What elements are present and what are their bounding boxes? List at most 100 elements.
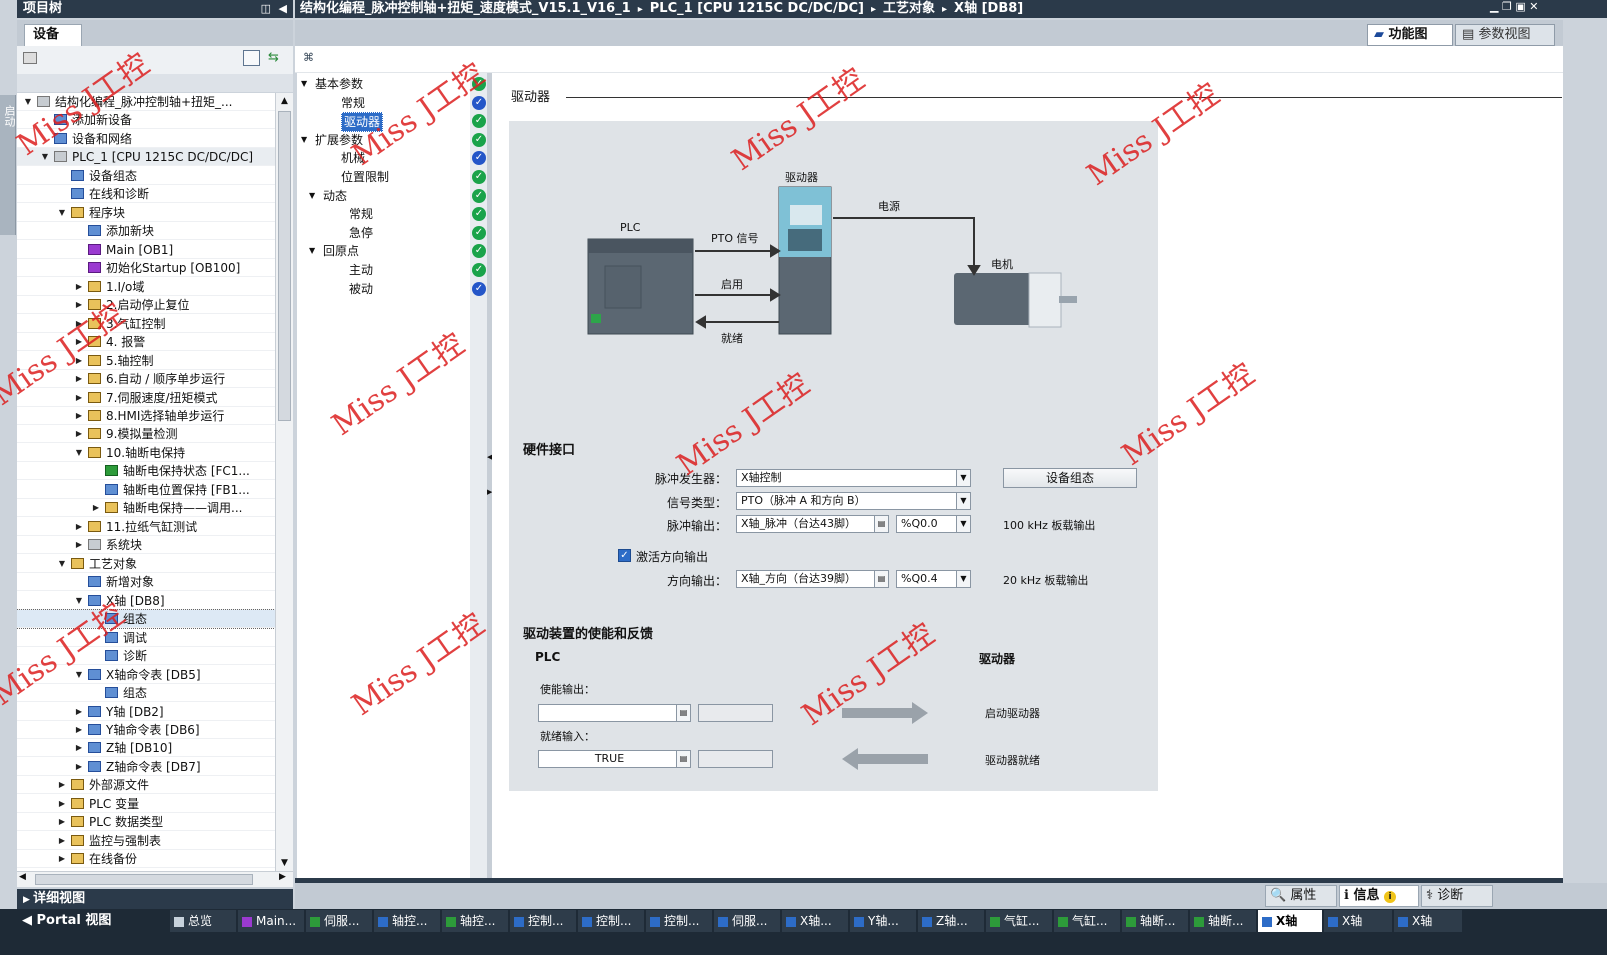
nav-item[interactable]: 驱动器 [297, 112, 470, 133]
expand-icon[interactable]: ▶ [74, 352, 84, 370]
hscroll-thumb[interactable] [35, 874, 253, 885]
expand-icon[interactable]: ▶ [74, 407, 84, 425]
taskbar-editor-tab[interactable]: 控制... [578, 910, 644, 932]
tree-item[interactable]: ▼ X轴 [DB8] [17, 592, 275, 610]
pulse-generator-select[interactable]: X轴控制 ▼ [736, 469, 971, 487]
nav-item[interactable]: 主动 [297, 261, 470, 280]
tag-browse-icon[interactable]: ▤ [874, 516, 888, 532]
enable-output-field[interactable]: ▤ [538, 704, 691, 722]
close-icon[interactable]: ✕ [1529, 0, 1538, 13]
expand-icon[interactable]: ▶ [57, 776, 67, 794]
tag-browse-icon[interactable]: ▤ [676, 705, 690, 721]
collapse-icon[interactable]: ▼ [301, 75, 307, 93]
dir-output-checkbox[interactable]: ✓ [618, 549, 631, 562]
expand-icon[interactable]: ▶ [57, 813, 67, 831]
tree-item[interactable]: Main [OB1] [17, 241, 275, 259]
taskbar-editor-tab[interactable]: X轴 [1394, 910, 1462, 932]
tag-browse-icon[interactable]: ▤ [874, 571, 888, 587]
tree-item[interactable]: 添加新设备 [17, 111, 275, 130]
expand-icon[interactable]: ▶ [74, 315, 84, 333]
tree-item[interactable]: ▶ Y轴命令表 [DB6] [17, 721, 275, 739]
tree-item[interactable]: 组态 [17, 684, 275, 703]
taskbar-editor-tab[interactable]: Y轴... [850, 910, 916, 932]
expand-icon[interactable]: ▶ [74, 296, 84, 314]
tree-item[interactable]: 设备组态 [17, 167, 275, 185]
nav-item[interactable]: 急停 [297, 224, 470, 243]
scroll-right-arrow[interactable]: ▶ [279, 872, 286, 882]
expand-icon[interactable]: ▶ [74, 518, 84, 536]
tree-item[interactable]: ▼ 程序块 [17, 204, 275, 222]
scroll-left-arrow[interactable]: ◀ [19, 872, 26, 882]
chevron-down-icon[interactable]: ▼ [956, 571, 970, 587]
tree-item[interactable]: ▼ PLC_1 [CPU 1215C DC/DC/DC] [17, 148, 275, 167]
portal-view-button[interactable]: ◀ Portal 视图 [22, 910, 167, 932]
collapse-icon[interactable]: ▼ [309, 187, 315, 205]
taskbar-editor-tab[interactable]: 气缸... [1054, 910, 1120, 932]
taskbar-editor-tab[interactable]: 总览 [170, 910, 236, 932]
signal-type-select[interactable]: PTO（脉冲 A 和方向 B） ▼ [736, 492, 971, 510]
side-tab-start[interactable]: 启动 [0, 95, 16, 235]
tab-devices[interactable]: 设备 [24, 24, 82, 46]
tree-item[interactable]: ▶ 2.启动停止复位 [17, 296, 275, 315]
tree-item[interactable]: 设备和网络 [17, 130, 275, 148]
details-view-bar[interactable]: ▶ 详细视图 [17, 889, 293, 909]
monitor-glasses-icon[interactable]: ⌘ [303, 51, 314, 64]
expand-icon[interactable]: ▶ [57, 850, 67, 868]
tree-item[interactable]: ▶ 4. 报警 [17, 333, 275, 352]
tree-item[interactable]: 组态 [17, 609, 275, 630]
tree-pin-icon[interactable]: ◫ [261, 0, 271, 18]
tab-diagnostics[interactable]: ⚕ 诊断 [1421, 885, 1493, 907]
scroll-down-arrow[interactable]: ▼ [276, 855, 293, 871]
expand-icon[interactable]: ▶ [74, 333, 84, 351]
taskbar-editor-tab[interactable]: Z轴... [918, 910, 984, 932]
pulse-output-address[interactable]: %Q0.0 ▼ [896, 515, 971, 533]
collapse-icon[interactable]: ▼ [40, 148, 50, 166]
tree-item[interactable]: ▶ 外部源文件 [17, 776, 275, 795]
expand-icon[interactable]: ▶ [74, 425, 84, 443]
tree-collapse-icon[interactable]: ◀ [279, 0, 287, 18]
tab-parameter-view[interactable]: ▤ 参数视图 [1455, 24, 1555, 46]
expand-icon[interactable]: ▶ [74, 703, 84, 721]
collapse-icon[interactable]: ▼ [301, 131, 307, 149]
taskbar-editor-tab[interactable]: 伺服... [714, 910, 780, 932]
breadcrumb-item[interactable]: X轴 [DB8] [954, 1, 1023, 16]
ready-input-field[interactable]: TRUE ▤ [538, 750, 691, 768]
taskbar-editor-tab[interactable]: 轴断... [1122, 910, 1188, 932]
breadcrumb-item[interactable]: 结构化编程_脉冲控制轴+扭矩_速度模式_V15.1_V16_1 [300, 1, 631, 16]
collapse-icon[interactable]: ▼ [57, 204, 67, 222]
nav-item[interactable]: ▼ 回原点 [297, 242, 470, 261]
tree-hscrollbar[interactable]: ◀ ▶ [17, 871, 293, 887]
expand-icon[interactable]: ▶ [74, 721, 84, 739]
minimize-icon[interactable]: ▁ [1490, 0, 1498, 13]
nav-item[interactable]: 常规 [297, 205, 470, 224]
tree-item[interactable]: ▶ Y轴 [DB2] [17, 703, 275, 721]
nav-item[interactable]: 位置限制 [297, 168, 470, 187]
tag-browse-icon[interactable]: ▤ [676, 751, 690, 767]
taskbar-editor-tab[interactable]: 伺服... [306, 910, 372, 932]
tree-item[interactable]: ▶ PLC 变量 [17, 795, 275, 813]
expand-icon[interactable]: ▶ [91, 499, 101, 517]
collapse-icon[interactable]: ▼ [309, 242, 315, 260]
collapse-icon[interactable]: ▼ [74, 666, 84, 684]
tree-item[interactable]: ▶ 9.模拟量检测 [17, 425, 275, 444]
tree-item[interactable]: ▼ 工艺对象 [17, 555, 275, 573]
tree-item[interactable]: ▶ 1.I/o域 [17, 278, 275, 296]
tree-item[interactable]: ▶ 监控与强制表 [17, 832, 275, 850]
collapse-icon[interactable]: ▼ [57, 555, 67, 573]
taskbar-editor-tab[interactable]: 控制... [646, 910, 712, 932]
refresh-icon[interactable]: ⇆ [265, 50, 282, 66]
taskbar-editor-tab[interactable]: 轴控... [374, 910, 440, 932]
tree-item[interactable]: ▶ PLC 数据类型 [17, 813, 275, 832]
tree-item[interactable]: ▼ X轴命令表 [DB5] [17, 666, 275, 684]
expand-icon[interactable]: ▶ [74, 278, 84, 296]
tree-item[interactable]: ▶ 在线备份 [17, 850, 275, 869]
taskbar-editor-tab[interactable]: 轴断... [1190, 910, 1256, 932]
tree-item[interactable]: 初始化Startup [OB100] [17, 259, 275, 278]
tree-item[interactable]: 新增对象 [17, 573, 275, 592]
device-view-icon[interactable] [23, 52, 37, 64]
expand-icon[interactable]: ▶ [57, 832, 67, 850]
expand-icon[interactable]: ▶ [74, 739, 84, 757]
tree-item[interactable]: ▼ 10.轴断电保持 [17, 444, 275, 462]
dir-output-address[interactable]: %Q0.4 ▼ [896, 570, 971, 588]
chevron-down-icon[interactable]: ▼ [956, 470, 970, 486]
